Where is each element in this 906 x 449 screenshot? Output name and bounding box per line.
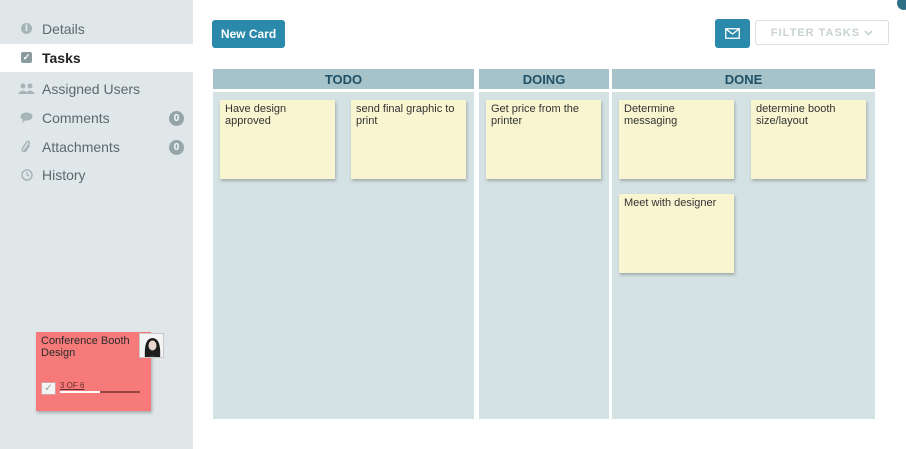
email-button[interactable] [715, 19, 750, 48]
sidebar-item-history[interactable]: History [0, 161, 193, 189]
comments-count-badge: 0 [169, 111, 184, 126]
project-card[interactable]: Conference Booth Design ✓ 3 OF 6 [36, 332, 164, 411]
close-icon[interactable] [895, 0, 906, 12]
sidebar-item-label: Comments [42, 110, 110, 126]
chevron-down-icon [864, 27, 873, 39]
clock-icon [20, 168, 33, 181]
task-card[interactable]: Meet with designer [619, 194, 734, 273]
sidebar-item-label: Tasks [42, 50, 81, 66]
new-card-button[interactable]: New Card [212, 20, 285, 48]
column-header: DOING [479, 69, 609, 89]
sidebar-item-details[interactable]: i Details [0, 15, 193, 43]
comment-icon [20, 111, 33, 124]
column-header: TODO [213, 69, 474, 89]
sidebar-item-tasks[interactable]: ✓ Tasks [0, 44, 193, 72]
mail-icon [725, 28, 740, 39]
board-column-todo: TODO Have design approved send final gra… [213, 69, 474, 419]
task-card[interactable]: Get price from the printer [486, 100, 601, 179]
task-card[interactable]: Have design approved [220, 100, 335, 179]
sidebar-item-label: Details [42, 21, 85, 37]
sidebar: i Details ✓ Tasks Assigned Users Comment… [0, 0, 193, 449]
sidebar-item-comments[interactable]: Comments 0 [0, 104, 193, 132]
project-card-title: Conference Booth Design [41, 335, 130, 359]
task-card[interactable]: determine booth size/layout [751, 100, 866, 179]
task-card[interactable]: send final graphic to print [351, 100, 466, 179]
avatar [139, 333, 164, 358]
sidebar-item-label: Assigned Users [42, 81, 141, 97]
filter-tasks-button[interactable]: FILTER TASKS [755, 20, 889, 45]
sidebar-item-label: History [42, 167, 86, 183]
sidebar-item-attachments[interactable]: Attachments 0 [0, 133, 193, 161]
sidebar-item-label: Attachments [42, 139, 120, 155]
sidebar-item-assigned-users[interactable]: Assigned Users [0, 75, 193, 103]
info-icon: i [20, 22, 33, 35]
task-card[interactable]: Determine messaging [619, 100, 734, 179]
attachments-count-badge: 0 [169, 140, 184, 155]
checkbox-icon: ✓ [21, 52, 32, 63]
task-progress-text[interactable]: 3 OF 6 [60, 381, 84, 390]
column-header: DONE [612, 69, 875, 89]
task-progress-check-icon: ✓ [41, 382, 56, 395]
board-column-done: DONE Determine messaging determine booth… [612, 69, 875, 419]
paperclip-icon [20, 140, 33, 153]
users-icon [18, 82, 35, 95]
task-progress-bar [60, 391, 140, 393]
filter-tasks-label: FILTER TASKS [770, 26, 861, 39]
task-progress-fill [60, 391, 100, 393]
board-column-doing: DOING Get price from the printer [479, 69, 609, 419]
